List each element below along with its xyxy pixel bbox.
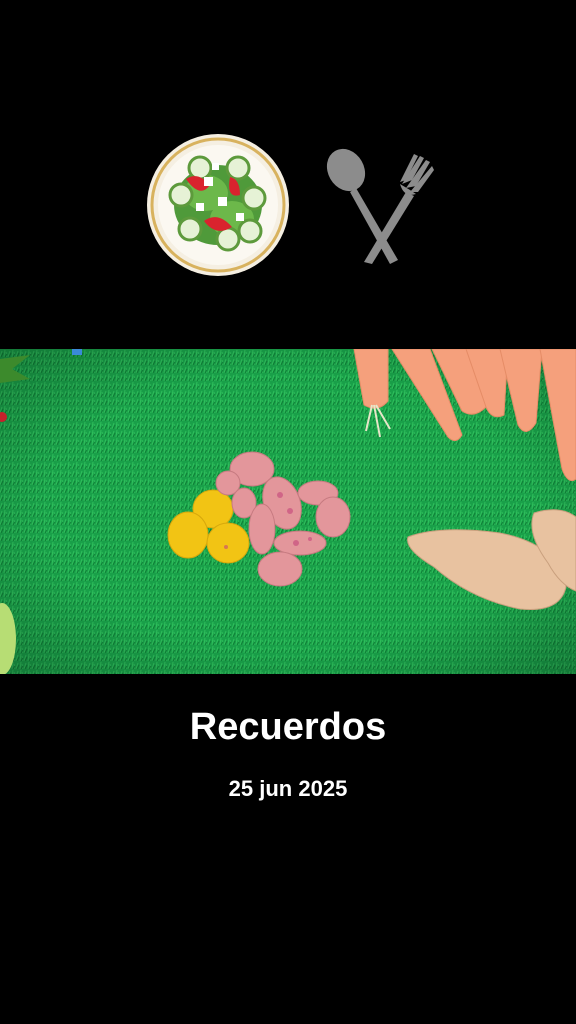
memory-date: 25 jun 2025 [228, 776, 348, 801]
header-icons [0, 120, 576, 290]
memory-photo[interactable] [0, 349, 576, 674]
memory-title: Recuerdos [189, 706, 387, 748]
spoon-fork-icon [326, 148, 434, 264]
salad-plate-icon [147, 134, 289, 276]
